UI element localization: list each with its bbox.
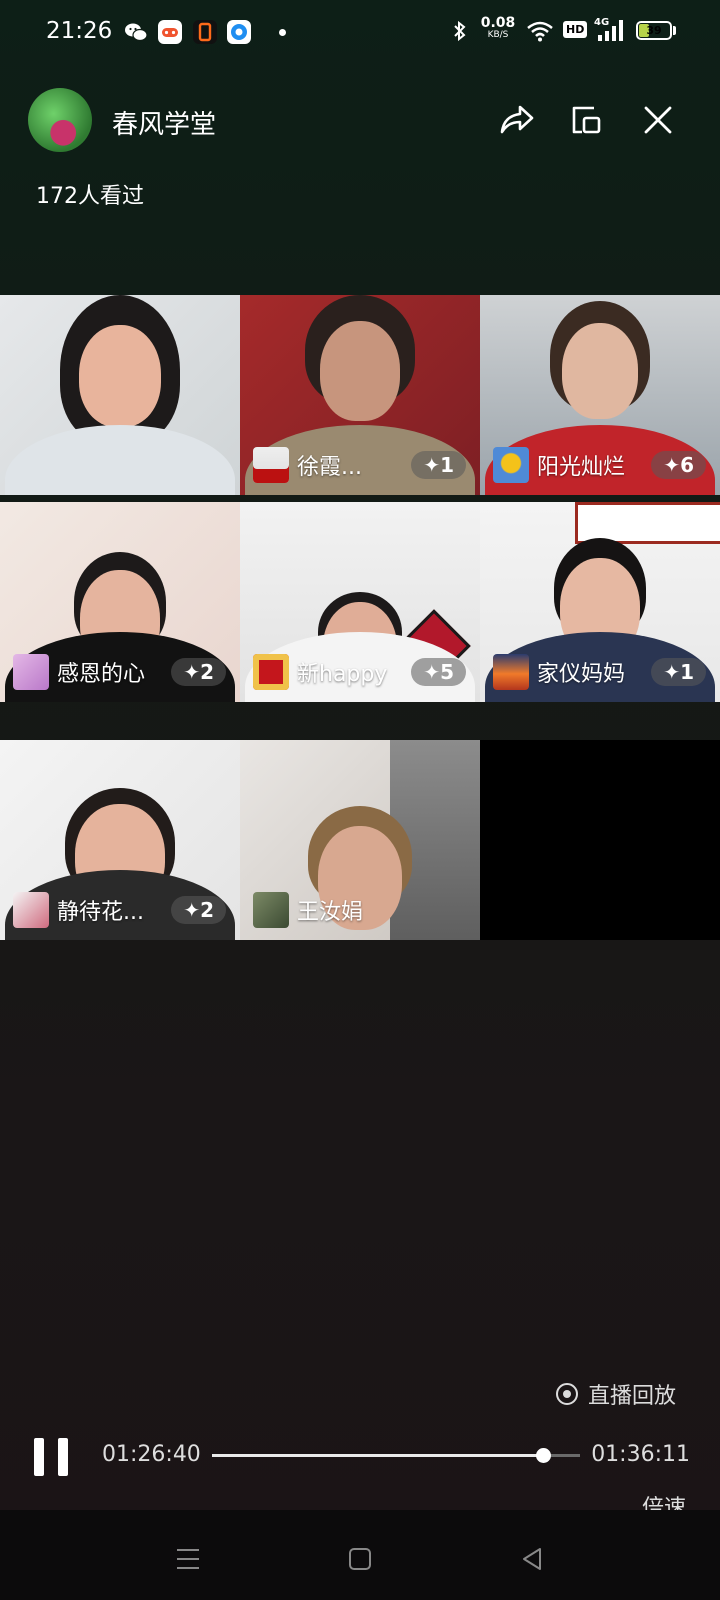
- battery-cap: [673, 26, 676, 35]
- like-count-badge: ✦6: [651, 451, 706, 479]
- participant-avatar: [493, 447, 529, 483]
- video-tile[interactable]: 感恩的心 ✦2: [0, 502, 240, 702]
- notification-dot: [279, 29, 286, 36]
- participant-label: 王汝娟: [253, 892, 363, 928]
- battery-icon: 39: [636, 21, 672, 40]
- room-avatar[interactable]: [28, 88, 92, 152]
- participant-avatar: [13, 654, 49, 690]
- video-tile[interactable]: 新happy ✦5: [240, 502, 480, 702]
- network-speed: 0.08 KB/S: [480, 15, 516, 40]
- video-tile[interactable]: 徐霞... ✦1: [240, 295, 480, 495]
- video-tile-host[interactable]: [0, 295, 240, 495]
- live-replay-label: 直播回放: [555, 1378, 676, 1410]
- participant-label: 阳光灿烂: [493, 447, 625, 483]
- video-tile[interactable]: 王汝娟: [240, 740, 480, 940]
- video-grid: 徐霞... ✦1 阳光灿烂 ✦6 感恩的心 ✦2 新happy ✦5 家仪妈妈 …: [0, 295, 720, 940]
- like-count-badge: ✦1: [651, 658, 706, 686]
- participant-avatar: [493, 654, 529, 690]
- progress-thumb[interactable]: [536, 1448, 552, 1463]
- floating-window-icon[interactable]: [564, 98, 608, 142]
- participant-label: 徐霞...: [253, 447, 362, 483]
- close-icon[interactable]: [636, 98, 680, 142]
- video-tile[interactable]: 阳光灿烂 ✦6: [480, 295, 720, 495]
- participant-label: 静待花...: [13, 892, 144, 928]
- current-time: 01:26:40: [102, 1442, 201, 1467]
- video-tile[interactable]: 静待花... ✦2: [0, 740, 240, 940]
- clock: 21:26: [46, 18, 113, 44]
- participant-avatar: [253, 892, 289, 928]
- live-room-header: 春风学堂: [0, 84, 720, 164]
- participant-label: 家仪妈妈: [493, 654, 625, 690]
- participant-avatar: [253, 447, 289, 483]
- game-center-icon: [158, 20, 182, 44]
- system-nav-bar: [0, 1510, 720, 1600]
- participant-avatar: [253, 654, 289, 690]
- hd-badge: HD: [563, 21, 588, 38]
- share-icon[interactable]: [494, 98, 538, 142]
- like-count-badge: ✦2: [171, 896, 226, 924]
- participant-label: 新happy: [253, 654, 387, 690]
- menu-icon[interactable]: [173, 1544, 203, 1574]
- record-icon: [555, 1383, 578, 1405]
- blue-app-icon: [227, 20, 251, 44]
- wechat-icon: [124, 20, 148, 44]
- like-count-badge: ✦2: [171, 658, 226, 686]
- home-icon[interactable]: [345, 1544, 375, 1574]
- empty-video-slot: [480, 740, 720, 940]
- total-time: 01:36:11: [591, 1442, 690, 1467]
- wifi-icon: [526, 20, 554, 42]
- view-count: 172人看过: [36, 184, 144, 209]
- status-bar: 21:26 0.08 KB/S HD 4G 39: [0, 0, 720, 64]
- participant-avatar: [13, 892, 49, 928]
- orange-app-icon: [193, 20, 217, 44]
- progress-played: [212, 1454, 544, 1457]
- cellular-signal-icon: 4G: [594, 17, 624, 43]
- pause-button[interactable]: [34, 1438, 68, 1476]
- video-tile[interactable]: 家仪妈妈 ✦1: [480, 502, 720, 702]
- participant-label: 感恩的心: [13, 654, 145, 690]
- room-title: 春风学堂: [112, 110, 217, 140]
- progress-bar[interactable]: [212, 1448, 580, 1463]
- like-count-badge: ✦1: [411, 451, 466, 479]
- like-count-badge: ✦5: [411, 658, 466, 686]
- back-icon[interactable]: [517, 1544, 547, 1574]
- bluetooth-icon: [452, 19, 468, 48]
